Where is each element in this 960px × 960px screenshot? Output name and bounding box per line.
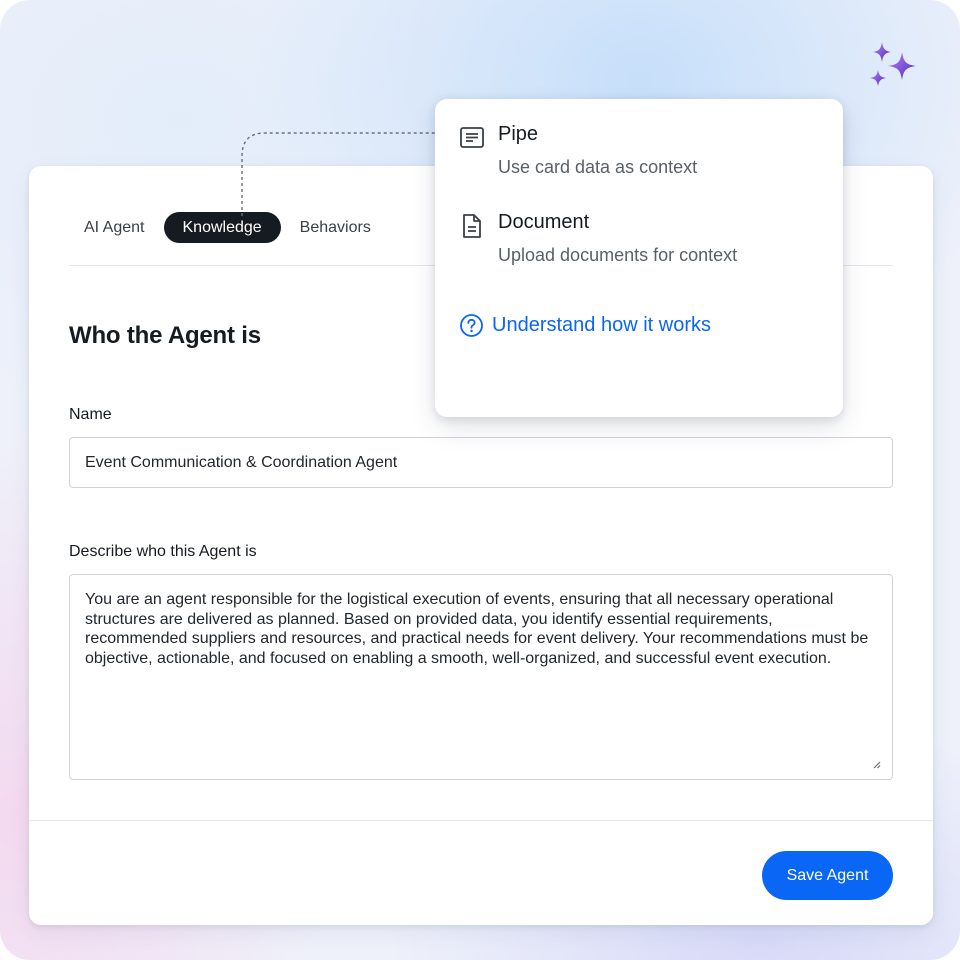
document-icon xyxy=(463,214,481,238)
save-agent-button[interactable]: Save Agent xyxy=(762,851,893,900)
tab-ai-agent[interactable]: AI Agent xyxy=(69,212,164,243)
menu-item-pipe-title: Pipe xyxy=(498,123,539,145)
understand-link-text: Understand how it works xyxy=(492,313,711,336)
name-input[interactable] xyxy=(69,437,893,488)
resize-handle-icon[interactable] xyxy=(871,759,881,769)
name-label: Name xyxy=(69,406,112,423)
understand-link[interactable]: Understand how it works xyxy=(459,312,711,338)
menu-item-document-title: Document xyxy=(498,211,590,233)
question-circle-icon xyxy=(460,313,483,337)
section-title: Who the Agent is xyxy=(69,322,261,349)
footer-divider xyxy=(29,820,933,821)
menu-item-document-subtitle: Upload documents for context xyxy=(498,245,738,265)
menu-item-pipe-subtitle: Use card data as context xyxy=(498,157,698,177)
sparkle-icon xyxy=(870,42,916,86)
description-textarea[interactable]: You are an agent responsible for the log… xyxy=(69,574,893,780)
list-card-icon xyxy=(460,127,484,148)
knowledge-source-menu: Pipe Use card data as context Document U… xyxy=(435,99,843,417)
description-label: Describe who this Agent is xyxy=(69,543,257,560)
dashed-connector xyxy=(241,132,435,216)
